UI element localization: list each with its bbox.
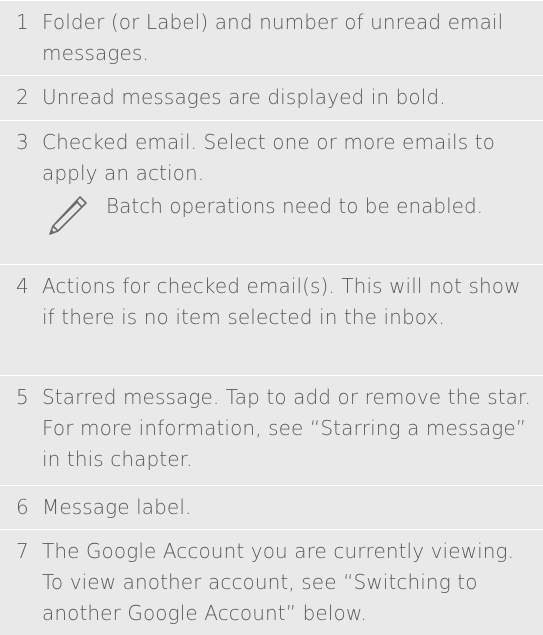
legend-number: 4 [16, 274, 29, 298]
legend-number: 2 [16, 85, 29, 109]
legend-number: 7 [16, 539, 29, 563]
legend-description: Starred message. Tap to add or remove th… [42, 385, 531, 471]
legend-number: 3 [16, 130, 29, 154]
callout-legend-table: 1 Folder (or Label) and number of unread… [0, 0, 543, 635]
legend-description: Unread messages are displayed in bold. [42, 85, 446, 109]
legend-row-4: 4 Actions for checked email(s). This wil… [0, 265, 543, 376]
note-text: Batch operations need to be enabled. [106, 194, 484, 218]
legend-description: Folder (or Label) and number of unread e… [42, 10, 504, 65]
legend-row-2: 2 Unread messages are displayed in bold. [0, 76, 543, 121]
legend-row-5: 5 Starred message. Tap to add or remove … [0, 376, 543, 486]
pencil-icon [49, 196, 87, 235]
legend-row-7: 7 The Google Account you are currently v… [0, 530, 543, 635]
legend-description: The Google Account you are currently vie… [42, 539, 515, 625]
legend-number: 1 [16, 10, 29, 34]
legend-number: 5 [16, 385, 29, 409]
legend-description: Actions for checked email(s). This will … [42, 274, 521, 329]
note-callout: Batch operations need to be enabled. [42, 191, 535, 253]
legend-description: Message label. [42, 495, 192, 519]
legend-description: Checked email. Select one or more emails… [42, 130, 495, 185]
legend-row-1: 1 Folder (or Label) and number of unread… [0, 0, 543, 76]
legend-number: 6 [16, 495, 29, 519]
legend-row-6: 6 Message label. [0, 486, 543, 530]
legend-row-3: 3 Checked email. Select one or more emai… [0, 121, 543, 265]
